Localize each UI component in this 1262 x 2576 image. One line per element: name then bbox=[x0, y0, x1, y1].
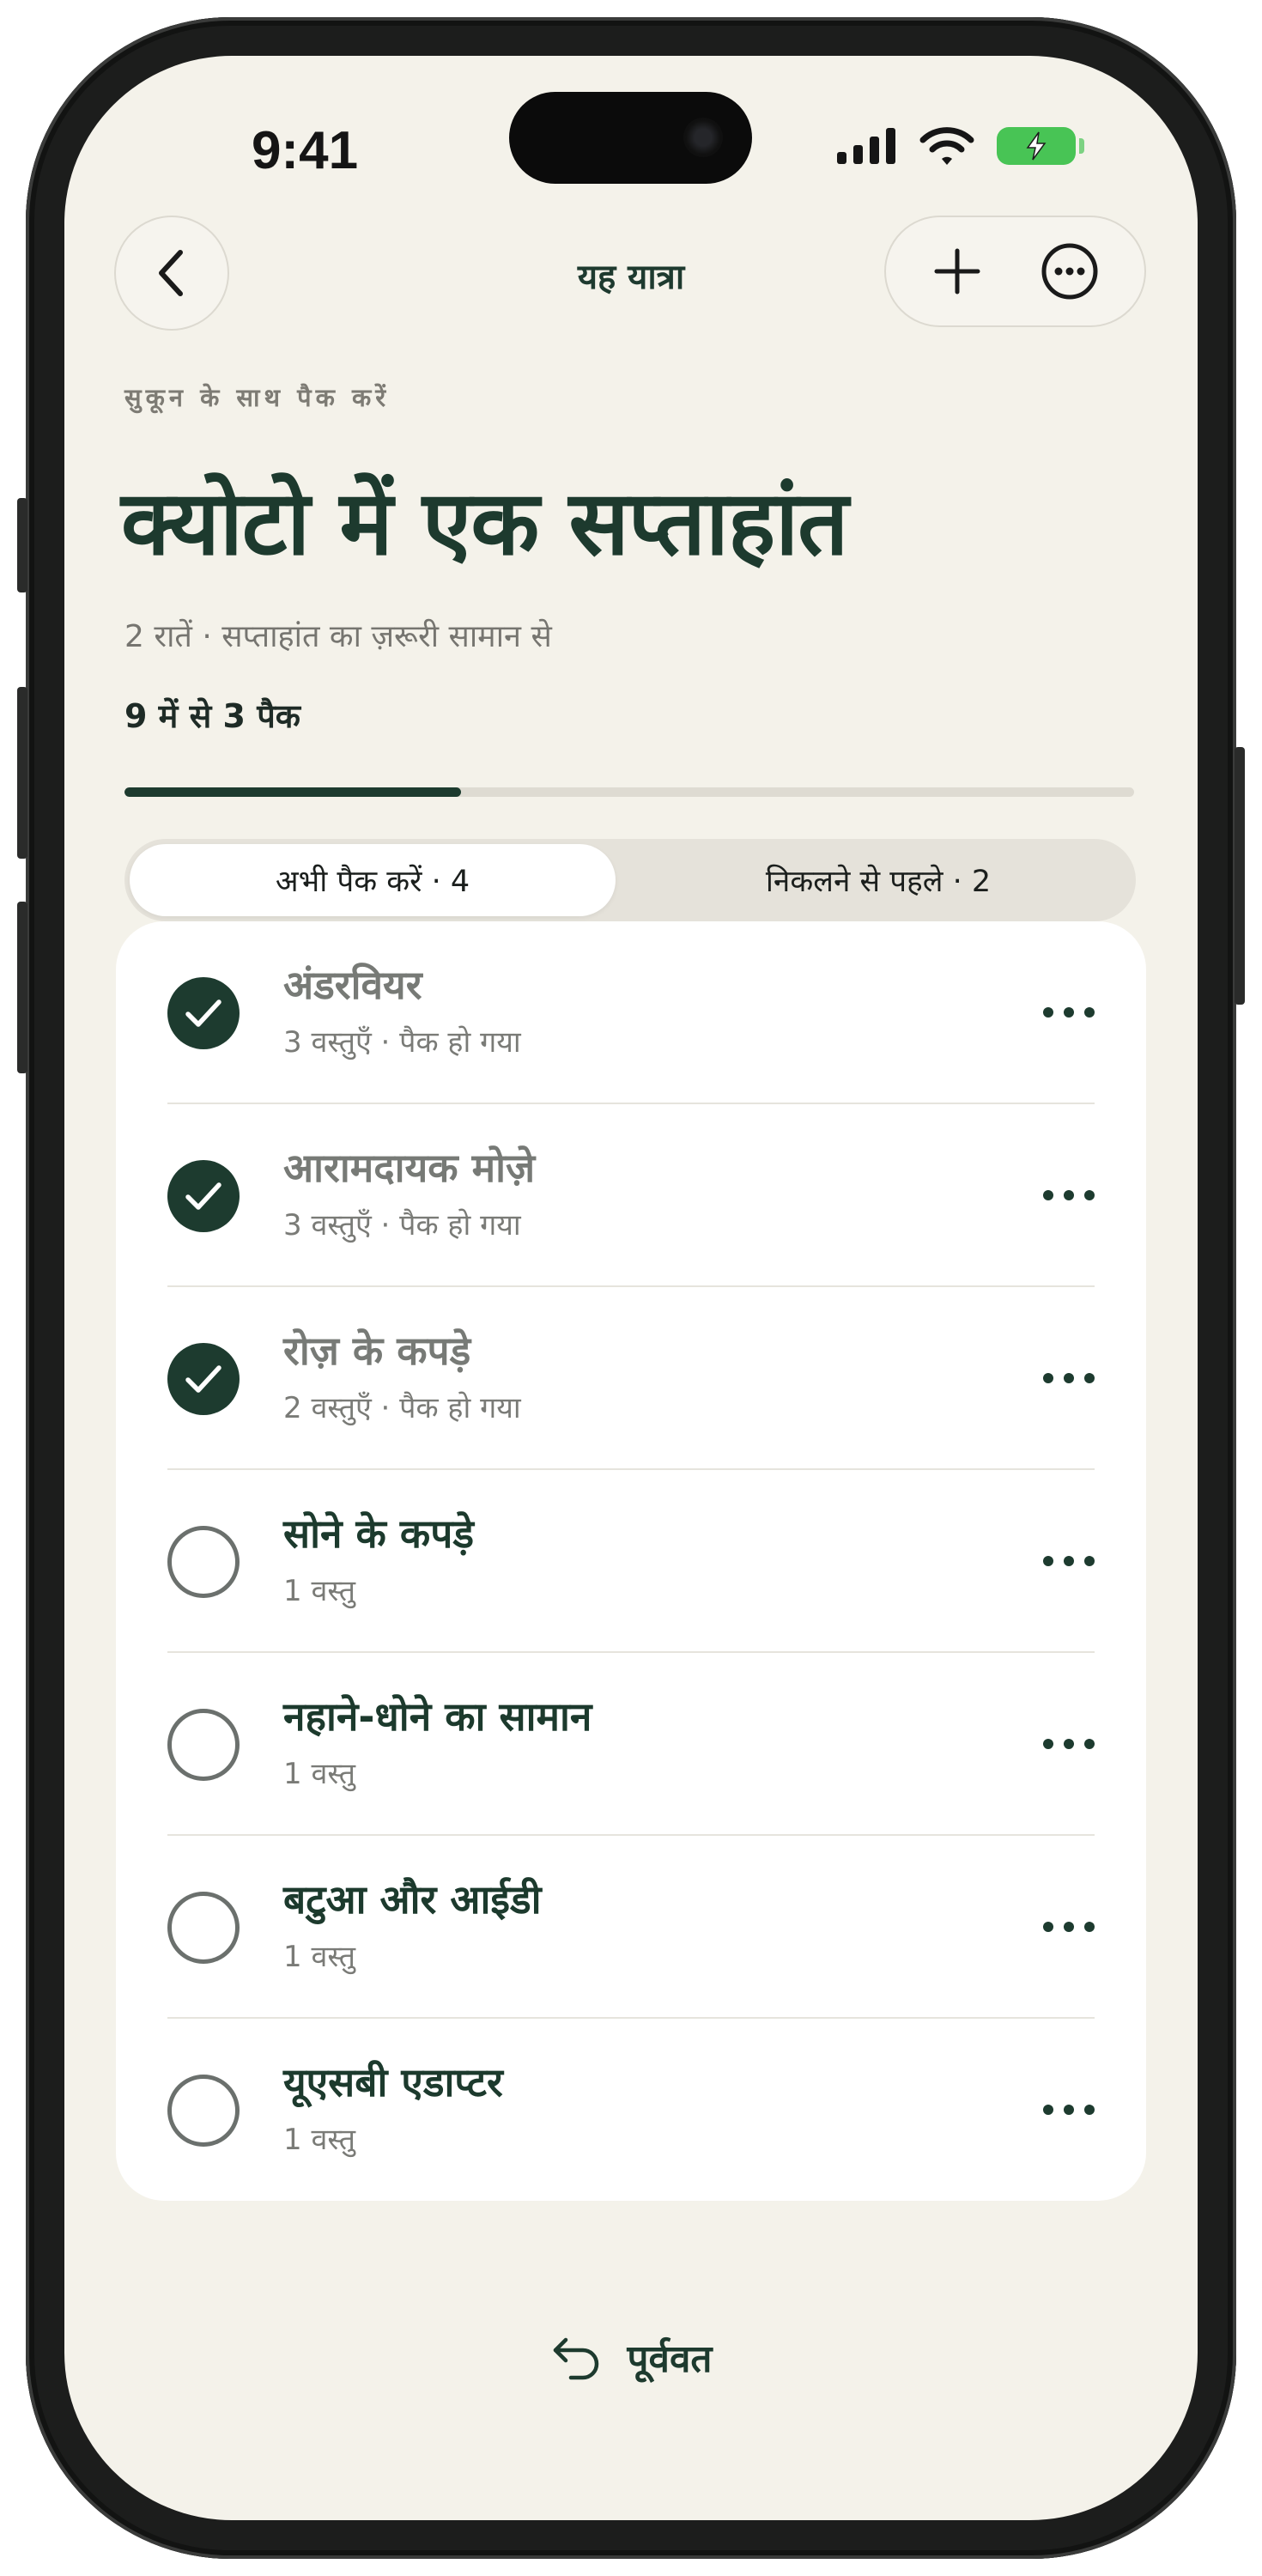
tab-pack-now[interactable]: अभी पैक करें · 4 bbox=[130, 844, 616, 916]
undo-button[interactable]: पूर्ववत bbox=[64, 2331, 1198, 2383]
item-name: बटुआ और आईडी bbox=[283, 1876, 542, 1923]
packed-checkbox[interactable] bbox=[167, 1892, 240, 1964]
progress-bar-fill bbox=[124, 787, 461, 797]
list-item[interactable]: सोने के कपड़े 1 वस्तु bbox=[167, 1470, 1095, 1653]
progress-bar bbox=[124, 787, 1134, 797]
volume-down-button bbox=[17, 902, 27, 1073]
item-name: नहाने-धोने का सामान bbox=[283, 1693, 592, 1740]
nav-actions-group bbox=[884, 216, 1146, 327]
trip-subtitle: 2 रातें · सप्ताहांत का ज़रूरी सामान से bbox=[124, 619, 552, 654]
packed-checkbox[interactable] bbox=[167, 1343, 240, 1415]
more-icon[interactable] bbox=[1043, 1735, 1095, 1753]
page-title: क्योटो में एक सप्ताहांत bbox=[121, 471, 848, 575]
list-item[interactable]: यूएसबी एडाप्टर 1 वस्तु bbox=[167, 2019, 1095, 2202]
item-meta: 1 वस्तु bbox=[283, 1574, 355, 1608]
action-button bbox=[17, 498, 27, 592]
more-icon[interactable] bbox=[1043, 1004, 1095, 1021]
item-name: अंडरवियर bbox=[283, 962, 422, 1008]
item-name: रोज़ के कपड़े bbox=[283, 1327, 471, 1374]
packed-checkbox[interactable] bbox=[167, 2075, 240, 2147]
list-item[interactable]: बटुआ और आईडी 1 वस्तु bbox=[167, 1836, 1095, 2019]
item-name: यूएसबी एडाप्टर bbox=[283, 2059, 503, 2105]
item-meta: 1 वस्तु bbox=[283, 2123, 355, 2157]
packing-list: अंडरवियर 3 वस्तुएँ · पैक हो गया आरामदायक म… bbox=[116, 921, 1146, 2201]
checkmark-icon bbox=[185, 1365, 221, 1393]
battery-icon bbox=[997, 127, 1084, 165]
tab-before-leaving[interactable]: निकलने से पहले · 2 bbox=[626, 844, 1131, 916]
packed-checkbox[interactable] bbox=[167, 977, 240, 1049]
list-item[interactable]: आरामदायक मोज़े 3 वस्तुएँ · पैक हो गया bbox=[167, 1104, 1095, 1287]
item-name: सोने के कपड़े bbox=[283, 1510, 474, 1557]
list-item[interactable]: रोज़ के कपड़े 2 वस्तुएँ · पैक हो गया bbox=[167, 1287, 1095, 1470]
list-item[interactable]: नहाने-धोने का सामान 1 वस्तु bbox=[167, 1653, 1095, 1836]
cellular-signal-icon bbox=[837, 128, 895, 164]
wifi-icon bbox=[919, 127, 974, 165]
segmented-control: अभी पैक करें · 4 निकलने से पहले · 2 bbox=[124, 839, 1136, 921]
dynamic-island bbox=[509, 92, 752, 184]
more-icon[interactable] bbox=[1043, 1187, 1095, 1204]
item-meta: 2 वस्तुएँ · पैक हो गया bbox=[283, 1391, 521, 1425]
more-icon[interactable] bbox=[1043, 1918, 1095, 1935]
list-item[interactable]: अंडरवियर 3 वस्तुएँ · पैक हो गया bbox=[167, 921, 1095, 1104]
more-icon[interactable] bbox=[1043, 2101, 1095, 2118]
add-icon[interactable] bbox=[931, 246, 983, 297]
packed-checkbox[interactable] bbox=[167, 1526, 240, 1598]
volume-up-button bbox=[17, 687, 27, 859]
undo-label: पूर्ववत bbox=[627, 2337, 713, 2381]
item-meta: 3 वस्तुएँ · पैक हो गया bbox=[283, 1208, 521, 1242]
more-icon[interactable] bbox=[1043, 1552, 1095, 1570]
power-button bbox=[1235, 747, 1245, 1005]
eyebrow-text: सुकून के साथ पैक करें bbox=[124, 383, 391, 412]
status-icons bbox=[837, 120, 1084, 172]
front-camera bbox=[683, 118, 723, 157]
item-meta: 1 वस्तु bbox=[283, 1940, 355, 1974]
status-time: 9:41 bbox=[251, 121, 359, 180]
screen: 9:41 यह यात्रा सुकून के साथ पैक करें क्य… bbox=[64, 56, 1198, 2520]
packed-checkbox[interactable] bbox=[167, 1709, 240, 1781]
item-meta: 1 वस्तु bbox=[283, 1757, 355, 1791]
checkmark-icon bbox=[185, 1182, 221, 1210]
undo-icon bbox=[553, 2337, 598, 2380]
item-meta: 3 वस्तुएँ · पैक हो गया bbox=[283, 1025, 521, 1060]
progress-text: 9 में से 3 पैक bbox=[124, 697, 300, 735]
checkmark-icon bbox=[185, 999, 221, 1027]
packed-checkbox[interactable] bbox=[167, 1160, 240, 1232]
more-options-icon[interactable] bbox=[1041, 242, 1099, 301]
more-icon[interactable] bbox=[1043, 1370, 1095, 1387]
item-name: आरामदायक मोज़े bbox=[283, 1145, 536, 1191]
